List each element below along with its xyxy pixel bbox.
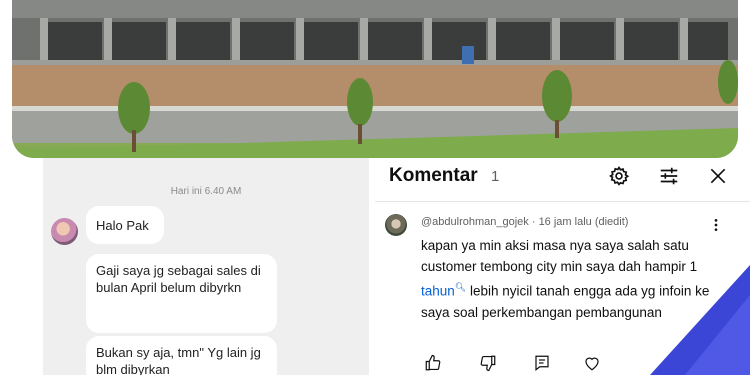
heart-icon[interactable]: [580, 351, 604, 375]
construction-scene-image: [12, 0, 738, 158]
chat-panel: Hari ini 6.40 AM Halo Pak Gaji saya jg s…: [43, 158, 369, 375]
close-icon[interactable]: [706, 164, 730, 188]
chat-message: Gaji saya jg sebagai sales di bulan Apri…: [86, 254, 277, 333]
chat-timestamp: Hari ini 6.40 AM: [170, 186, 242, 197]
sliders-icon[interactable]: [657, 164, 681, 188]
comments-header: Komentar 1: [375, 158, 750, 198]
avatar[interactable]: [385, 214, 407, 236]
comment-link[interactable]: tahun: [421, 284, 455, 299]
corner-decoration: [650, 265, 750, 375]
comment-meta[interactable]: @abdulrohman_gojek · 16 jam lalu (diedit…: [421, 216, 628, 228]
video-player[interactable]: [12, 0, 738, 158]
search-icon: 🔍︎: [454, 282, 467, 292]
comments-title: Komentar: [389, 165, 478, 186]
reply-icon[interactable]: [530, 351, 554, 375]
chat-message: Halo Pak: [86, 206, 164, 244]
chat-message: Bukan sy aja, tmn" Yg lain jg blm dibyrk…: [86, 336, 277, 375]
comment-actions: [421, 351, 621, 375]
divider: [375, 201, 750, 202]
comments-count: 1: [491, 168, 500, 185]
avatar[interactable]: [51, 218, 78, 245]
settings-icon[interactable]: [607, 164, 631, 188]
thumbs-down-icon[interactable]: [476, 351, 500, 375]
thumbs-up-icon[interactable]: [421, 351, 445, 375]
